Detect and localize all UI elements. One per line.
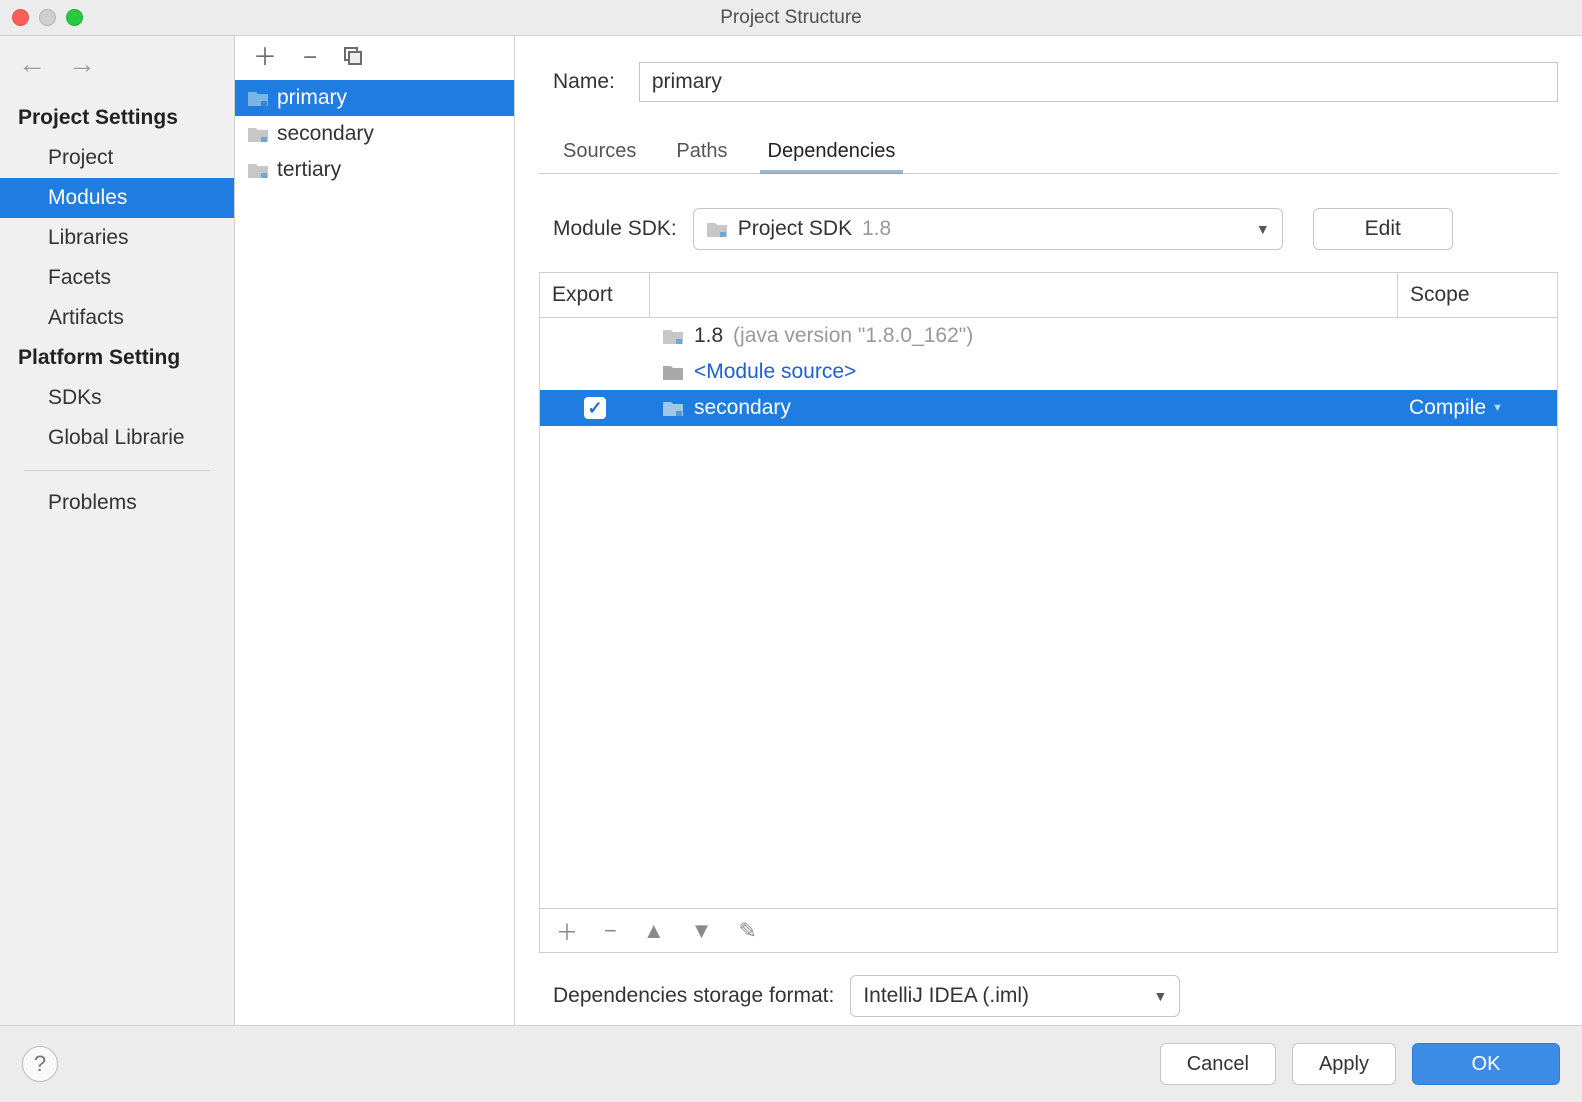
module-sdk-prefix: Project SDK — [738, 217, 858, 240]
dep-edit-icon[interactable]: ✎ — [738, 918, 756, 944]
nav-item-problems[interactable]: Problems — [0, 483, 234, 523]
dep-jdk-name: 1.8 — [694, 324, 729, 347]
nav-item-project[interactable]: Project — [0, 138, 234, 178]
nav-item-artifacts[interactable]: Artifacts — [0, 298, 234, 338]
folder-icon — [662, 363, 684, 381]
dep-scope-value: Compile — [1409, 396, 1486, 420]
module-folder-icon — [247, 161, 269, 179]
dep-add-icon[interactable]: ＋ — [556, 915, 578, 947]
storage-format-row: Dependencies storage format: IntelliJ ID… — [553, 975, 1558, 1017]
chevron-down-icon: ▼ — [1492, 402, 1503, 414]
cancel-button[interactable]: Cancel — [1160, 1043, 1276, 1085]
module-folder-icon — [247, 89, 269, 107]
detail-tabs: Sources Paths Dependencies — [539, 132, 1558, 174]
nav-pane: ← → Project Settings Project Modules Lib… — [0, 36, 235, 1025]
dep-row-jdk[interactable]: 1.8 (java version "1.8.0_162") — [540, 318, 1557, 354]
module-name-label: Name: — [553, 70, 615, 94]
dep-scope-cell[interactable]: Compile ▼ — [1397, 396, 1557, 420]
dep-moveup-icon[interactable]: ▲ — [643, 918, 665, 944]
nav-forward-icon[interactable]: → — [68, 50, 96, 78]
module-list-toolbar: ＋ − — [235, 36, 514, 80]
dep-row-secondary[interactable]: secondary Compile ▼ — [540, 390, 1557, 426]
module-name-input[interactable] — [639, 62, 1558, 102]
nav-item-modules[interactable]: Modules — [0, 178, 234, 218]
storage-format-dropdown[interactable]: IntelliJ IDEA (.iml) ▼ — [850, 975, 1180, 1017]
nav-section-project: Project Settings — [0, 98, 234, 138]
col-scope: Scope — [1397, 273, 1557, 317]
nav-divider — [24, 470, 210, 471]
sdk-folder-icon — [662, 327, 684, 345]
nav-item-sdks[interactable]: SDKs — [0, 378, 234, 418]
window-controls — [12, 9, 83, 26]
module-detail-pane: Name: Sources Paths Dependencies Module … — [515, 36, 1582, 1025]
dep-movedown-icon[interactable]: ▼ — [691, 918, 713, 944]
module-sdk-row: Module SDK: Project SDK 1.8 ▼ Edit — [553, 208, 1558, 250]
module-item-primary[interactable]: primary — [235, 80, 514, 116]
apply-button[interactable]: Apply — [1292, 1043, 1396, 1085]
col-name — [650, 273, 1397, 317]
module-sdk-dropdown[interactable]: Project SDK 1.8 ▼ — [693, 208, 1283, 250]
dep-row-module-source[interactable]: <Module source> — [540, 354, 1557, 390]
module-item-label: tertiary — [277, 158, 341, 182]
module-item-secondary[interactable]: secondary — [235, 116, 514, 152]
nav-history: ← → — [0, 36, 234, 92]
module-add-icon[interactable]: ＋ — [253, 46, 277, 70]
dep-export-checkbox[interactable] — [584, 397, 606, 419]
ok-button[interactable]: OK — [1412, 1043, 1560, 1085]
tab-sources[interactable]: Sources — [563, 132, 636, 173]
module-list: primary secondary tertiary — [235, 80, 514, 1025]
tab-dependencies[interactable]: Dependencies — [768, 132, 896, 173]
window-title: Project Structure — [720, 7, 862, 29]
module-folder-icon — [247, 125, 269, 143]
module-remove-icon[interactable]: − — [303, 46, 317, 70]
module-sdk-selected: Project SDK 1.8 — [738, 217, 891, 241]
nav-item-global-libs[interactable]: Global Librarie — [0, 418, 234, 458]
dep-remove-icon[interactable]: − — [604, 918, 617, 944]
dep-table-body: 1.8 (java version "1.8.0_162") <Module s… — [540, 318, 1557, 908]
dep-row-label: <Module source> — [694, 360, 856, 384]
window-minimize-button[interactable] — [39, 9, 56, 26]
tab-paths[interactable]: Paths — [676, 132, 727, 173]
nav-item-libraries[interactable]: Libraries — [0, 218, 234, 258]
dep-row-label: 1.8 (java version "1.8.0_162") — [694, 324, 973, 348]
module-sdk-label: Module SDK: — [553, 217, 677, 241]
module-list-pane: ＋ − primary secondary — [235, 36, 515, 1025]
storage-format-selected: IntelliJ IDEA (.iml) — [863, 984, 1029, 1008]
chevron-down-icon: ▼ — [1153, 988, 1167, 1004]
help-button[interactable]: ? — [22, 1046, 58, 1082]
module-name-row: Name: — [553, 62, 1558, 102]
dep-table-wrap: Export Scope 1.8 (java version "1.8.0_16… — [539, 272, 1558, 953]
module-sdk-suffix: 1.8 — [862, 217, 891, 240]
nav-back-icon[interactable]: ← — [18, 50, 46, 78]
dep-jdk-suffix: (java version "1.8.0_162") — [733, 324, 973, 347]
dep-toolbar: ＋ − ▲ ▼ ✎ — [539, 909, 1558, 953]
module-item-label: secondary — [277, 122, 374, 146]
window-close-button[interactable] — [12, 9, 29, 26]
module-item-tertiary[interactable]: tertiary — [235, 152, 514, 188]
col-export: Export — [540, 273, 650, 317]
module-item-label: primary — [277, 86, 347, 110]
nav-item-facets[interactable]: Facets — [0, 258, 234, 298]
module-copy-icon[interactable] — [343, 46, 363, 71]
sdk-edit-button[interactable]: Edit — [1313, 208, 1453, 250]
dialog-footer: ? Cancel Apply OK — [0, 1026, 1582, 1102]
dep-row-label: secondary — [694, 396, 791, 420]
module-folder-icon — [662, 399, 684, 417]
window-titlebar: Project Structure — [0, 0, 1582, 36]
sdk-folder-icon — [706, 220, 728, 238]
chevron-down-icon: ▼ — [1256, 221, 1270, 237]
dep-table-header: Export Scope — [540, 273, 1557, 318]
dep-table: Export Scope 1.8 (java version "1.8.0_16… — [539, 272, 1558, 909]
window-maximize-button[interactable] — [66, 9, 83, 26]
storage-format-label: Dependencies storage format: — [553, 984, 834, 1008]
nav-section-platform: Platform Setting — [0, 338, 234, 378]
